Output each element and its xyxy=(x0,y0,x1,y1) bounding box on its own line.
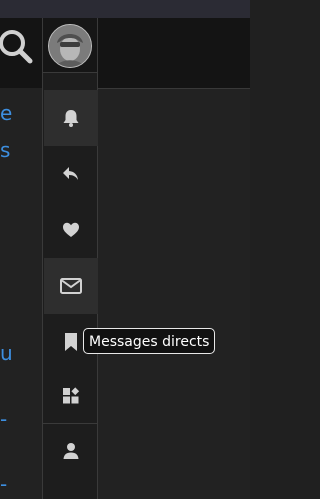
left-partial-content: e s u - - xyxy=(0,0,42,499)
bell-icon xyxy=(61,108,81,128)
tooltip-direct-messages: Messages directs xyxy=(83,328,216,354)
side-action-rail xyxy=(42,18,98,499)
partial-link[interactable]: - xyxy=(0,474,7,494)
notifications-button[interactable] xyxy=(44,90,98,146)
avatar-container xyxy=(43,18,97,73)
avatar[interactable] xyxy=(48,24,92,68)
likes-button[interactable] xyxy=(44,202,98,258)
widgets-icon xyxy=(61,386,81,406)
replies-button[interactable] xyxy=(44,146,98,202)
partial-link[interactable]: u xyxy=(0,343,13,363)
page: e s u - - Messages directs xyxy=(0,0,250,499)
bookmark-icon xyxy=(63,332,79,352)
heart-icon xyxy=(61,220,81,240)
header-divider xyxy=(98,88,250,89)
widgets-button[interactable] xyxy=(44,368,98,424)
envelope-icon xyxy=(60,277,82,295)
direct-messages-button[interactable] xyxy=(44,258,98,314)
partial-link[interactable]: s xyxy=(0,140,10,160)
partial-link[interactable]: e xyxy=(0,103,12,123)
profile-button[interactable] xyxy=(44,423,98,479)
user-icon xyxy=(61,441,81,461)
partial-link[interactable]: - xyxy=(0,409,7,429)
reply-icon xyxy=(61,164,81,184)
